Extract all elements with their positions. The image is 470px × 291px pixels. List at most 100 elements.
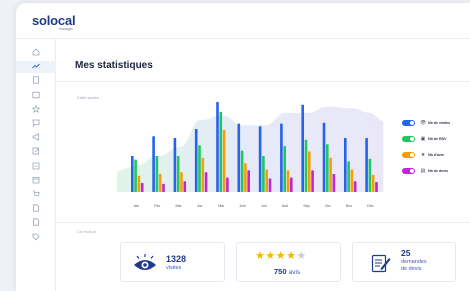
bar (226, 177, 229, 192)
bar (326, 144, 329, 192)
cart-icon (32, 190, 40, 200)
legend-label: Nb de devis (428, 169, 449, 173)
bar (131, 156, 134, 192)
divider (56, 222, 470, 223)
sidebar-item[interactable] (16, 90, 56, 102)
quotes-label-line2: de devis (401, 266, 422, 272)
sidebar-item[interactable] (16, 203, 56, 215)
document-icon (32, 218, 40, 228)
bar (329, 157, 332, 192)
bar (183, 181, 187, 192)
screen-frame: solocal manager Mes statistiques Cette a… (0, 0, 470, 291)
legend-item: ▤ Nb de devis (402, 167, 470, 175)
month-section-label: Ce mois-ci (77, 229, 96, 234)
logo-subtitle: manager (59, 27, 73, 31)
visits-card: 1328 visites (120, 242, 225, 282)
sidebar-item[interactable] (16, 146, 56, 158)
visits-count: 1328 (166, 254, 187, 264)
rating-stars: ★★★★★ (255, 249, 307, 262)
bar (332, 174, 336, 192)
star-icon: ★ (296, 250, 307, 262)
sidebar-item[interactable] (16, 75, 56, 87)
megaphone-icon (32, 133, 40, 143)
bar (371, 174, 375, 192)
legend-label: Nb d'avis (428, 153, 444, 157)
bar (134, 159, 137, 192)
month-tick-label: Mar (175, 204, 182, 208)
image-icon (32, 91, 40, 101)
bar (322, 122, 326, 192)
month-tick-label: Oct (325, 204, 331, 208)
bar (262, 156, 265, 192)
month-tick-label: Avr (197, 204, 203, 208)
bar (283, 146, 286, 192)
sidebar-item[interactable] (16, 61, 56, 74)
bar (368, 158, 372, 192)
page-icon (32, 76, 40, 86)
eye-icon: 👁 (420, 120, 427, 126)
bar (301, 104, 304, 192)
bar (140, 183, 144, 192)
list-icon (32, 162, 40, 172)
main-content: Mes statistiques Cette année Jan Fév Mar Av… (56, 39, 470, 291)
series-toggle[interactable] (402, 136, 415, 142)
bar (353, 181, 357, 192)
sidebar (16, 39, 56, 291)
legend-item: ▣ Nb de RDV (402, 135, 470, 143)
bar (247, 170, 250, 192)
message-icon (32, 119, 40, 129)
bar (237, 123, 241, 192)
bar (204, 172, 208, 192)
sidebar-item[interactable] (16, 132, 56, 144)
bar (265, 169, 268, 192)
sidebar-item[interactable] (16, 118, 56, 130)
bar (216, 102, 219, 192)
sidebar-item[interactable] (16, 175, 56, 187)
bar (158, 174, 162, 192)
visits-label: visites (166, 265, 182, 271)
series-toggle[interactable] (402, 152, 415, 158)
bar (258, 126, 262, 192)
calendar-icon: ▣ (420, 136, 426, 142)
bar (173, 138, 177, 192)
month-tick-label: Sep (303, 204, 309, 208)
bar (240, 150, 244, 192)
bar (375, 182, 378, 192)
bar (222, 129, 226, 192)
trend-icon (32, 62, 40, 72)
star-icon: ★ (265, 250, 276, 262)
sidebar-item[interactable] (16, 232, 56, 244)
logo[interactable]: solocal (32, 13, 76, 28)
bar (198, 145, 201, 192)
star-icon: ★ (275, 250, 287, 262)
document-icon (32, 204, 40, 214)
reviews-summary: 750 avis (274, 267, 300, 276)
month-tick-label: Fév (154, 204, 160, 208)
legend-item: 👁 Nb de visites (402, 119, 470, 127)
legend-label: Nb de RDV (428, 137, 447, 141)
sidebar-item[interactable] (16, 161, 56, 173)
home-icon (32, 48, 40, 58)
bar (152, 136, 155, 192)
sidebar-item[interactable] (16, 47, 56, 59)
quotes-count: 25 (401, 248, 411, 258)
bar (244, 163, 247, 192)
quote-form-icon (371, 253, 391, 278)
bar (162, 183, 165, 192)
bar (308, 151, 311, 192)
app-window: solocal manager Mes statistiques Cette a… (16, 3, 470, 291)
sidebar-item[interactable] (16, 189, 56, 201)
reviews-label: avis (288, 269, 301, 276)
quotes-label-line1: demandes (401, 259, 427, 265)
bar (194, 129, 198, 192)
bar (304, 139, 308, 192)
bar (286, 170, 290, 192)
legend-item: ★ Nb d'avis (402, 151, 470, 159)
sidebar-item[interactable] (16, 104, 56, 116)
sidebar-item[interactable] (16, 217, 56, 229)
bar (137, 175, 141, 192)
series-toggle[interactable] (402, 120, 415, 126)
edit-icon (32, 147, 40, 157)
series-toggle[interactable] (402, 168, 415, 174)
bar (180, 172, 183, 192)
